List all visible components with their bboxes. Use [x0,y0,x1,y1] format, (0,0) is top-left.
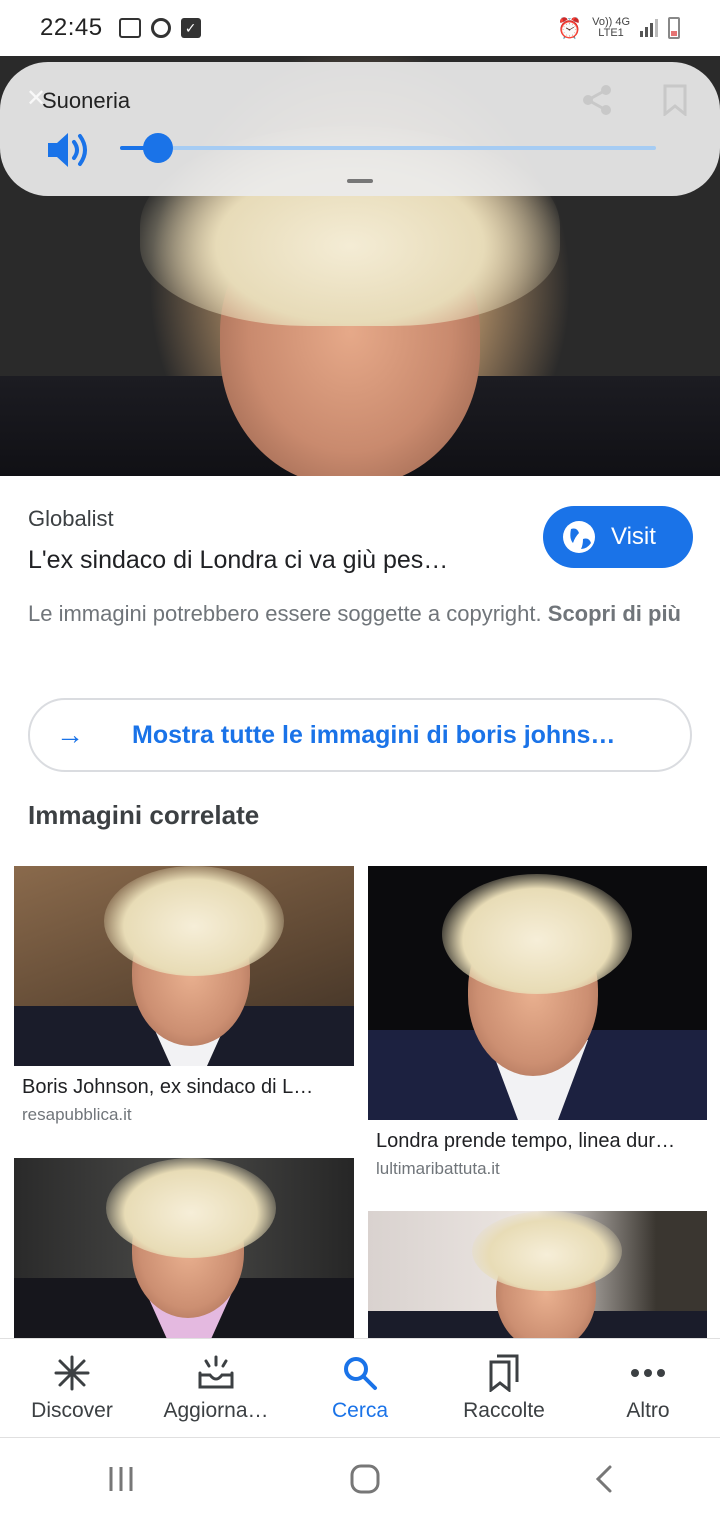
signal-icon [640,19,658,37]
bookmark-icon[interactable] [662,84,688,116]
copyright-notice: Le immagini potrebbero essere soggette a… [28,601,681,626]
related-image-card[interactable] [14,1158,354,1364]
home-icon[interactable] [349,1463,381,1495]
search-icon [342,1353,378,1393]
nav-search[interactable]: Cerca [288,1339,432,1437]
related-domain: lultimaribattuta.it [376,1159,500,1178]
gallery-notification-icon [118,18,141,38]
volume-slider-thumb[interactable] [142,133,173,163]
learn-more-link[interactable]: Scopri di più [548,601,681,626]
visit-button-label: Visit [611,523,656,550]
arrow-right-icon: → [56,719,84,750]
battery-icon [668,17,680,39]
related-caption: Londra prende tempo, linea dur… [376,1130,676,1152]
related-thumbnail[interactable] [14,866,354,1066]
system-navigation-bar [0,1438,720,1520]
volume-panel: ✕ Suoneria [0,62,720,196]
collections-icon [487,1353,521,1393]
related-domain: resapubblica.it [22,1105,132,1124]
visit-button[interactable]: Visit [543,506,693,568]
more-dots-icon [630,1353,666,1393]
show-all-images-button[interactable]: → Mostra tutte le immagini di boris john… [28,698,692,772]
globe-icon [563,521,595,553]
back-icon[interactable] [594,1464,614,1494]
show-all-images-label: Mostra tutte le immagini di boris johns… [132,720,616,749]
related-images-heading: Immagini correlate [28,800,260,830]
result-headline[interactable]: L'ex sindaco di Londra ci va giù pes… [28,546,498,575]
nav-collections-label: Raccolte [463,1399,545,1422]
related-thumbnail[interactable] [368,866,707,1120]
related-image-card[interactable] [368,1211,707,1357]
network-type: Vo)) 4G LTE1 [592,16,630,39]
related-thumbnail[interactable] [14,1158,354,1348]
asterisk-icon [54,1353,90,1393]
related-thumbnail[interactable] [368,1211,707,1341]
nav-collections[interactable]: Raccolte [432,1339,576,1437]
panel-drag-handle[interactable] [347,179,373,183]
nav-more-label: Altro [626,1399,670,1422]
app-screen: 22:45 ✓ ⏰ Vo)) 4G LTE1 ✕ Suoneria Global… [0,0,720,1520]
sync-notification-icon [150,18,171,38]
nav-updates[interactable]: Aggiorna… [144,1339,288,1437]
nav-more[interactable]: Altro [576,1339,720,1437]
volume-panel-title: Suoneria [42,88,131,113]
alarm-icon: ⏰ [557,17,583,40]
share-icon[interactable] [582,84,612,116]
status-bar: 22:45 ✓ ⏰ Vo)) 4G LTE1 [0,0,720,56]
related-image-card[interactable]: Boris Johnson, ex sindaco di L… resapubb… [14,866,354,1125]
bottom-navigation: Discover Aggiorna… Cerca Raccolte Altro [0,1338,720,1438]
updates-tray-icon [196,1353,236,1393]
speaker-icon[interactable] [46,130,92,170]
task-check-icon: ✓ [180,18,201,38]
recent-apps-icon[interactable] [106,1465,136,1493]
clock: 22:45 [40,14,103,41]
result-source: Globalist [28,506,114,531]
related-caption: Boris Johnson, ex sindaco di L… [22,1076,314,1098]
nav-search-label: Cerca [331,1399,389,1422]
related-image-card[interactable]: Londra prende tempo, linea dur… lultimar… [368,866,707,1179]
nav-discover[interactable]: Discover [0,1339,144,1437]
nav-updates-label: Aggiorna… [163,1399,269,1422]
nav-discover-label: Discover [31,1399,113,1422]
volume-slider[interactable] [120,133,656,163]
